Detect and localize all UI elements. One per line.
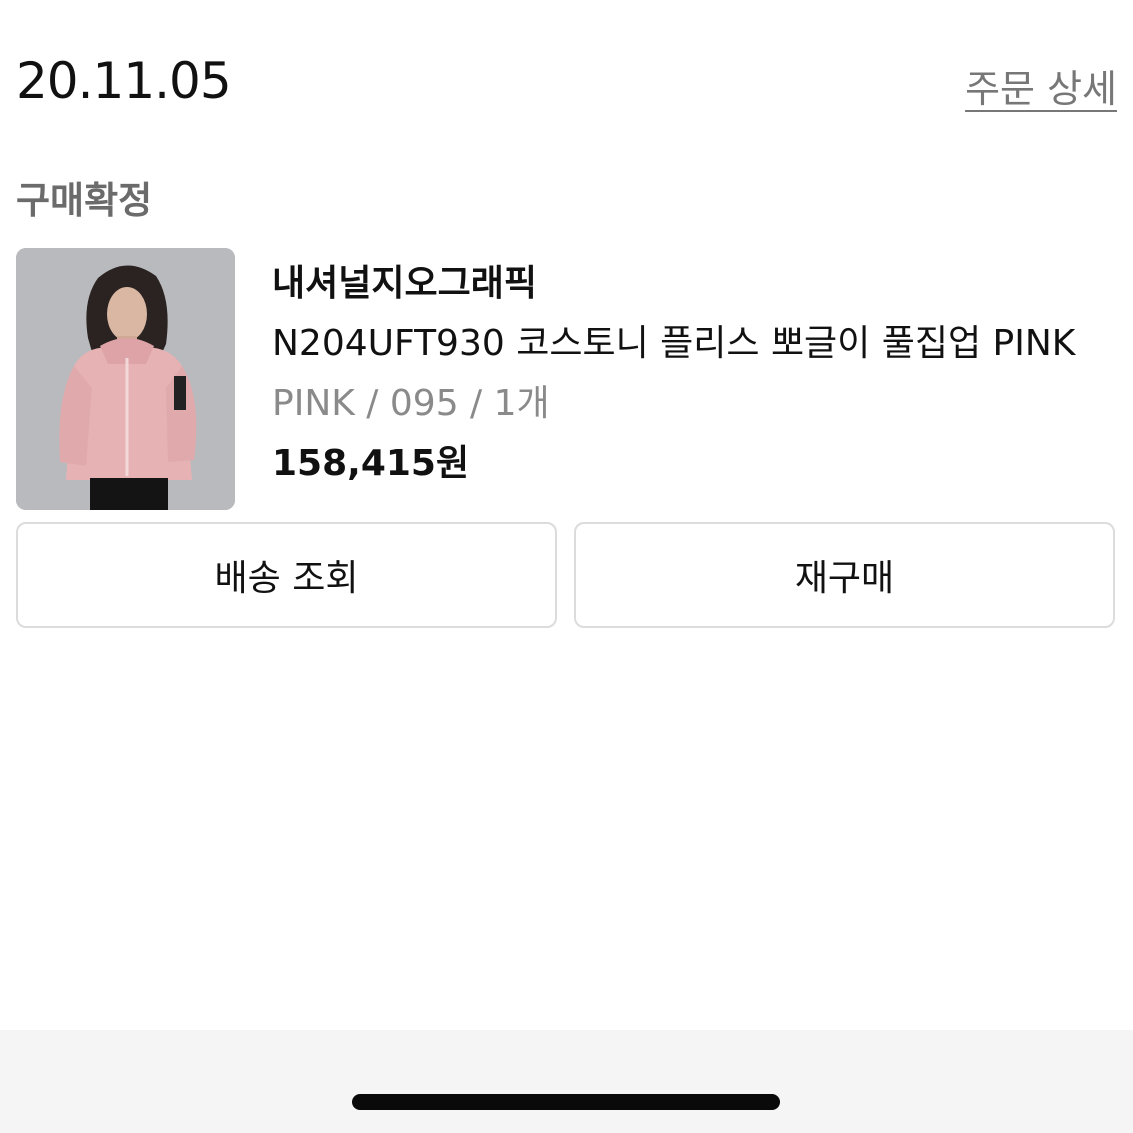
- order-history-screen: 20.11.05 주문 상세 구매확정 내셔널지오그래픽 N204UFT930 …: [0, 0, 1133, 1133]
- product-info: 내셔널지오그래픽 N204UFT930 코스토니 플리스 뽀글이 풀집업 PIN…: [272, 262, 1117, 486]
- order-date: 20.11.05: [16, 52, 232, 110]
- product-brand: 내셔널지오그래픽: [272, 263, 537, 304]
- product-price: 158,415원: [272, 443, 470, 484]
- home-indicator[interactable]: [352, 1094, 780, 1110]
- product-row[interactable]: 내셔널지오그래픽 N204UFT930 코스토니 플리스 뽀글이 풀집업 PIN…: [16, 248, 1117, 510]
- product-photo-icon: [16, 248, 235, 510]
- order-status-label: 구매확정: [16, 179, 153, 222]
- product-option: PINK / 095 / 1개: [272, 383, 550, 424]
- reorder-button[interactable]: 재구매: [574, 522, 1115, 628]
- track-delivery-button[interactable]: 배송 조회: [16, 522, 557, 628]
- order-detail-link[interactable]: 주문 상세: [965, 58, 1117, 113]
- order-header: 20.11.05 주문 상세: [16, 48, 1117, 118]
- bottom-safe-area: [0, 1030, 1133, 1133]
- product-name[interactable]: N204UFT930 코스토니 플리스 뽀글이 풀집업 PINK: [272, 322, 1117, 366]
- product-thumbnail[interactable]: [16, 248, 235, 510]
